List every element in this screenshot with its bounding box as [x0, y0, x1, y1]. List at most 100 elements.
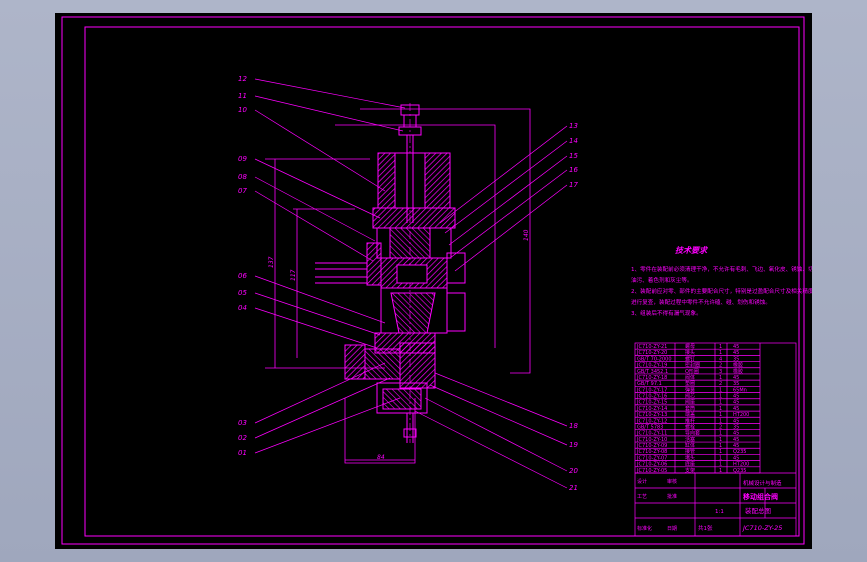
parts-code: JC710-ZY-20 [636, 350, 667, 356]
dim-width-bottom: 84 [377, 454, 385, 461]
parts-list-text: JC710-ZY-21 螺母 1 45 JC710-ZY-20 接头 1 45 GB/T 70-… [636, 343, 749, 474]
part-label: 02 [238, 434, 247, 442]
parts-name: 接管 [685, 448, 695, 455]
tech-req-line: 油污、着色剂和灰尘等。 [631, 276, 693, 284]
parts-material: 45 [733, 350, 739, 356]
parts-qty: 1 [719, 455, 722, 461]
parts-material: Q235 [733, 468, 746, 474]
parts-name: 螺钉 [685, 355, 695, 362]
tech-req-line: 进行复查，装配过程中零件不允许磕、碰、划伤和锈蚀。 [631, 298, 771, 306]
title-label: 批准 [667, 493, 677, 500]
parts-qty: 3 [719, 369, 722, 375]
parts-name: 缸体 [685, 442, 695, 449]
part-label: 15 [569, 152, 578, 160]
title-scale: 1:1 [715, 509, 724, 515]
parts-code: JC710-ZY-06 [636, 462, 667, 468]
viewport: 12 11 10 09 08 07 06 05 04 03 02 01 13 14 15 16 17 18 19 2… [0, 0, 867, 562]
parts-code: JC710-ZY-17 [636, 387, 667, 393]
parts-qty: 1 [719, 449, 722, 455]
title-label: 设计 [637, 478, 647, 485]
parts-name: 垫圈 [685, 380, 695, 387]
parts-qty: 1 [719, 387, 722, 393]
parts-name: 接头 [685, 349, 695, 356]
parts-name: O形圈 [685, 368, 699, 375]
parts-qty: 1 [719, 462, 722, 468]
parts-qty: 1 [719, 418, 722, 424]
parts-qty: 1 [719, 443, 722, 449]
part-labels-right: 13 14 15 16 17 18 19 20 21 [569, 122, 578, 492]
parts-code: JC710-ZY-13 [636, 412, 667, 418]
part-label: 06 [238, 272, 247, 280]
part-label: 04 [238, 304, 247, 312]
parts-code: GB/T 97.1 [637, 381, 662, 387]
parts-code: JC710-ZY-18 [636, 375, 667, 381]
cad-drawing: 121110090807060504030201 131415161718192… [61, 16, 825, 545]
parts-code: JC710-ZY-16 [636, 394, 667, 400]
parts-name: 端盖 [685, 411, 695, 418]
parts-code: JC710-ZY-11 [636, 431, 667, 437]
part-label: 09 [238, 155, 247, 163]
part-label: 12 [238, 75, 247, 83]
parts-name: 活塞 [685, 436, 695, 443]
parts-name: 支架 [685, 467, 695, 474]
parts-name: 弹簧 [685, 386, 695, 393]
title-label: 审核 [667, 478, 677, 485]
parts-qty: 1 [719, 468, 722, 474]
part-label: 13 [569, 122, 578, 130]
parts-material: HT200 [733, 462, 749, 468]
parts-qty: 1 [719, 431, 722, 437]
part-label: 01 [238, 449, 247, 457]
part-label: 17 [569, 181, 578, 189]
parts-code: JC710-ZY-19 [636, 363, 667, 369]
part-label: 20 [569, 467, 578, 475]
parts-material: 65Mn [733, 387, 747, 393]
dim-height-left: 137 [268, 256, 275, 268]
parts-qty: 1 [719, 400, 722, 406]
parts-name: 螺母 [685, 343, 695, 350]
parts-code: JC710-ZY-21 [636, 344, 667, 350]
title-drawing-number: JC710-ZY-25 [741, 524, 782, 532]
part-label: 03 [238, 419, 247, 427]
part-label: 18 [569, 422, 578, 430]
parts-code: JC710-ZY-08 [636, 449, 667, 455]
parts-material: 45 [733, 431, 739, 437]
part-labels-left: 12 11 10 09 08 07 06 05 04 03 02 01 [238, 75, 247, 457]
parts-material: 35 [733, 381, 739, 387]
parts-code: JC710-ZY-09 [636, 443, 667, 449]
parts-code: GB/T 5783 [637, 424, 663, 430]
parts-code: JC710-ZY-14 [636, 406, 667, 412]
part-label: 05 [238, 289, 247, 297]
part-label: 16 [569, 166, 578, 174]
parts-qty: 1 [719, 406, 722, 412]
parts-material: HT200 [733, 412, 749, 418]
dim-height-mid: 117 [290, 269, 297, 281]
title-company: 机械设计与制造 [743, 479, 782, 487]
parts-qty: 1 [719, 350, 722, 356]
parts-name: 阀芯 [685, 393, 695, 400]
part-label: 19 [569, 441, 578, 449]
parts-material: 45 [733, 406, 739, 412]
parts-qty: 1 [719, 394, 722, 400]
tech-req-lines: 1、零件在装配前必须清理干净，不允许有毛刺、飞边、氧化皮、锈蚀、切屑、 油污、着… [631, 265, 825, 317]
parts-material: 45 [733, 394, 739, 400]
parts-material: 45 [733, 418, 739, 424]
parts-qty: 2 [719, 381, 722, 387]
parts-name: 堵头 [685, 454, 695, 461]
parts-qty: 4 [719, 356, 722, 362]
parts-code: JC710-ZY-12 [636, 418, 667, 424]
part-label: 11 [238, 92, 247, 100]
parts-material: 45 [733, 437, 739, 443]
parts-material: 35 [733, 356, 739, 362]
parts-qty: 1 [719, 375, 722, 381]
parts-material: 45 [733, 344, 739, 350]
parts-material: 45 [733, 375, 739, 381]
parts-code: JC710-ZY-10 [636, 437, 667, 443]
title-label: 标准化 [637, 525, 652, 532]
tech-req-title: 技术要求 [675, 246, 709, 255]
parts-material: 45 [733, 400, 739, 406]
parts-name: 螺栓 [685, 423, 695, 430]
part-label: 14 [569, 137, 578, 145]
tech-req-line: 2、装配前应对零、部件的主要配合尺寸，特别是过盈配合尺寸及相关精度 [631, 287, 812, 295]
parts-qty: 2 [719, 363, 722, 369]
part-label: 07 [238, 187, 247, 195]
